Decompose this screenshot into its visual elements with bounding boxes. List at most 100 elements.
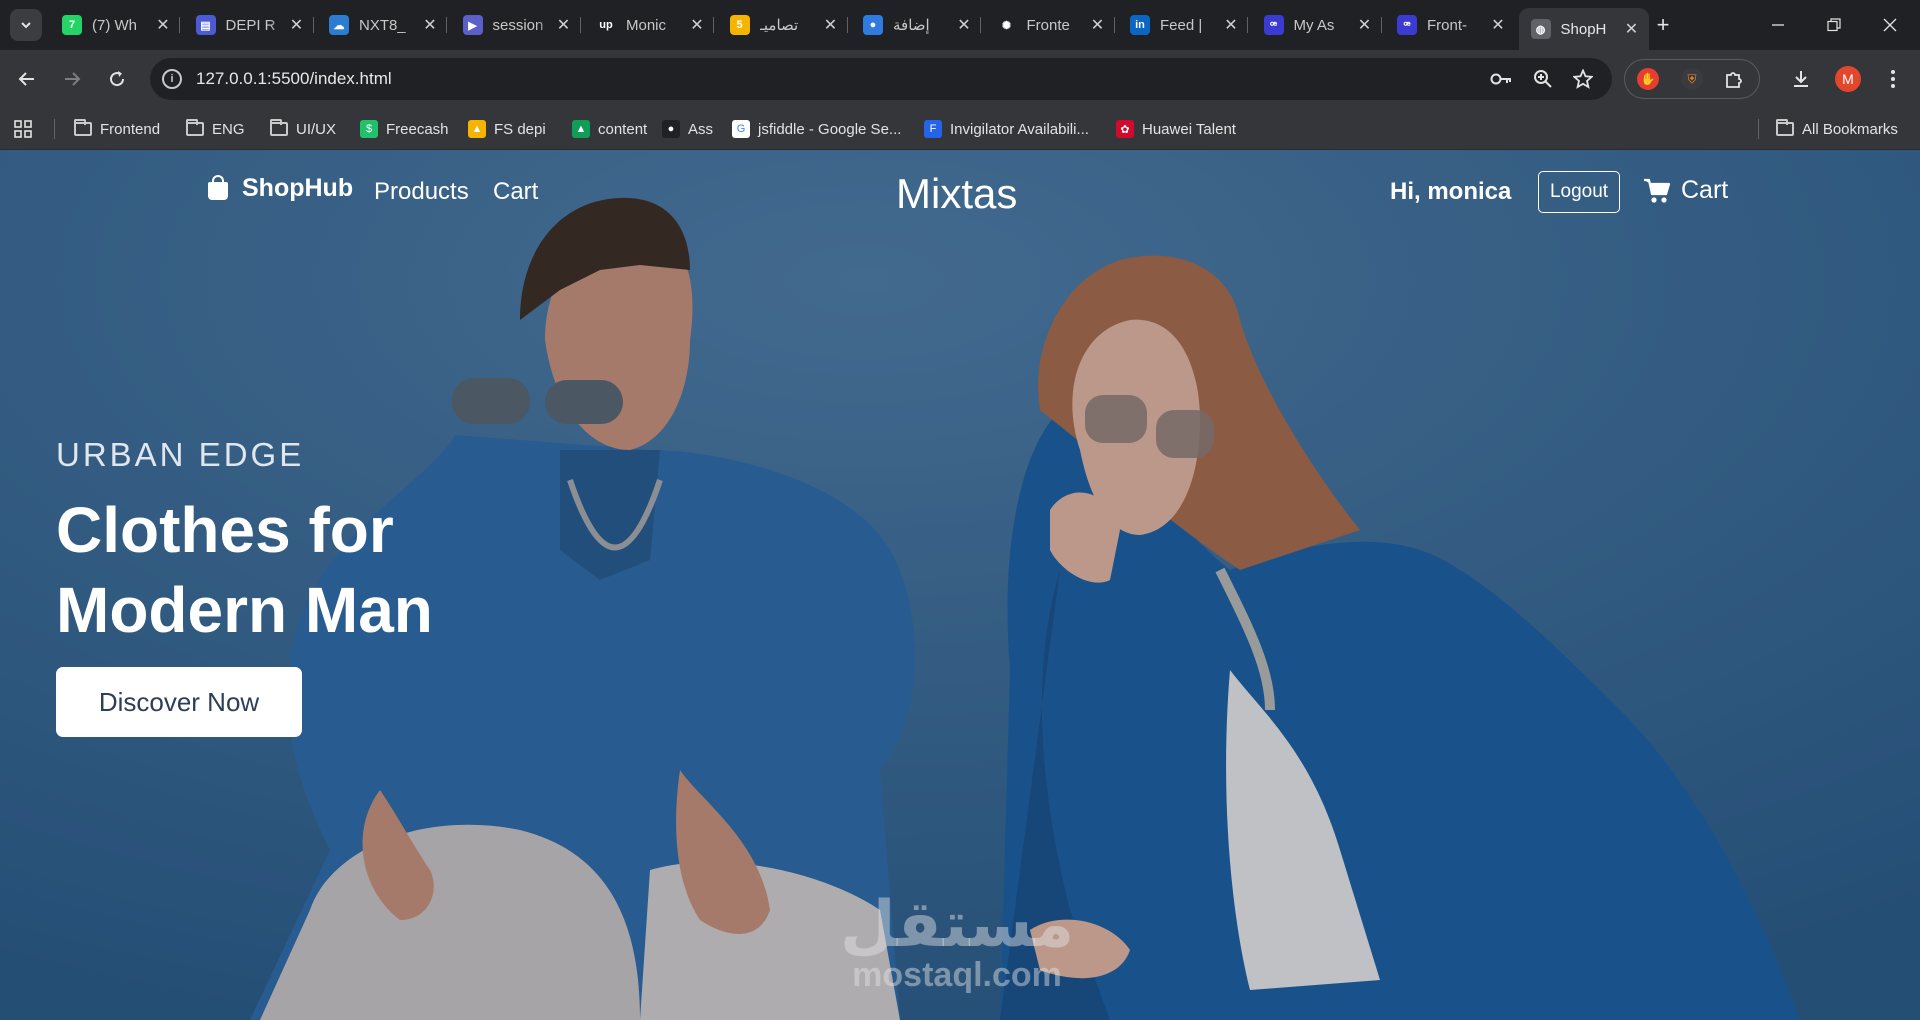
minimize-window-button[interactable]	[1752, 0, 1804, 50]
discover-now-button[interactable]: Discover Now	[56, 667, 302, 737]
arrow-right-icon	[65, 72, 81, 86]
browser-tab[interactable]: in Feed | ✕	[1118, 8, 1248, 42]
bookmark-label: content	[598, 120, 648, 138]
download-icon	[1794, 71, 1808, 87]
hero-title: Clothes for Modern Man	[56, 490, 616, 650]
apps-grid-icon	[14, 120, 32, 138]
zoom-icon[interactable]	[1532, 68, 1554, 90]
watermark-latin: mostaql.com	[852, 956, 1062, 994]
folder-icon	[74, 119, 92, 138]
brand-name: ShopHub	[242, 174, 354, 202]
profile-avatar[interactable]: M	[1835, 66, 1861, 92]
tab-title: إضافة	[893, 17, 930, 34]
bookmark-item[interactable]: ✿ Huawei Talent	[1116, 118, 1236, 140]
browser-tab[interactable]: ▤ DEPI R ✕	[184, 8, 314, 42]
bookmark-item[interactable]: F Invigilator Availabili...	[924, 118, 1089, 140]
tab-close-icon[interactable]: ✕	[421, 16, 439, 34]
browser-tab[interactable]: ▶ session ✕	[451, 8, 581, 42]
tab-separator	[179, 17, 180, 33]
tab-favicon-icon: 7	[62, 15, 82, 35]
browser-tab[interactable]: ● إضافة ✕	[851, 8, 981, 42]
tab-separator	[713, 17, 714, 33]
tab-close-icon[interactable]: ✕	[555, 16, 573, 34]
nav-link-products[interactable]: Products	[374, 178, 469, 206]
tab-close-icon[interactable]: ✕	[822, 16, 840, 34]
bookmark-item[interactable]: ▲ content	[572, 118, 647, 140]
browser-tab[interactable]: ꟹ Front- ✕	[1385, 8, 1515, 42]
bookmark-item[interactable]: ● Ass	[662, 118, 713, 140]
close-window-button[interactable]	[1864, 0, 1916, 50]
browser-tab[interactable]: 7 (7) Wh ✕	[50, 8, 180, 42]
shield-extension-icon[interactable]: ⛨	[1681, 68, 1703, 90]
tab-close-icon[interactable]: ✕	[1489, 16, 1507, 34]
browser-tab[interactable]: ꟹ My As ✕	[1252, 8, 1382, 42]
all-bookmarks-button[interactable]: All Bookmarks	[1776, 118, 1898, 140]
bookmark-item[interactable]: ▲ FS depi	[468, 118, 546, 140]
browser-tab[interactable]: 5 تصاميـ ✕	[718, 8, 848, 42]
tab-close-icon[interactable]: ✕	[154, 16, 172, 34]
bookmark-star-icon[interactable]	[1572, 68, 1594, 90]
tab-separator	[1380, 17, 1382, 33]
address-url[interactable]: 127.0.0.1:5500/index.html	[196, 69, 392, 89]
bookmark-label: Frontend	[100, 120, 161, 138]
folder-icon	[270, 119, 288, 138]
reload-button[interactable]	[100, 62, 134, 96]
tab-active[interactable]: ◍ ShopH ✕	[1518, 8, 1649, 50]
folder-icon	[1776, 119, 1794, 138]
bookmark-item[interactable]: UI/UX	[270, 118, 336, 140]
tab-close-icon[interactable]: ✕	[1222, 16, 1240, 34]
tab-favicon-icon: ▶	[462, 15, 483, 35]
bookmark-label: Freecash	[386, 120, 449, 138]
tab-search-button[interactable]	[10, 9, 42, 41]
chevron-down-icon	[21, 22, 31, 29]
bookmark-item[interactable]: $ Freecash	[360, 118, 449, 140]
tab-close-icon[interactable]: ✕	[955, 16, 973, 34]
tab-close-icon[interactable]: ✕	[1623, 20, 1641, 38]
browser-tab[interactable]: ☁ NXT8_ ✕	[317, 8, 447, 42]
tab-separator	[1113, 17, 1115, 33]
stop-hand-extension-icon[interactable]: ✋	[1637, 68, 1659, 90]
bookmark-item[interactable]: Frontend	[74, 118, 160, 140]
bookmark-item[interactable]: ENG	[186, 118, 245, 140]
tab-close-icon[interactable]: ✕	[688, 16, 706, 34]
site-navbar: ShopHub Products Cart Mixtas Hi, monica …	[0, 150, 1920, 230]
tab-title: My As	[1293, 16, 1335, 34]
bookmark-label: Ass	[688, 120, 714, 138]
bookmark-label: FS depi	[494, 120, 546, 138]
nav-link-cart[interactable]: Cart	[493, 178, 538, 206]
user-greeting: Hi, monica	[1390, 178, 1512, 205]
extensions-group: ✋ ⛨	[1624, 59, 1760, 99]
logout-button[interactable]: Logout	[1538, 171, 1620, 213]
hero-title-line-2: Modern Man	[56, 574, 433, 646]
cart-link[interactable]: Cart	[1643, 176, 1728, 205]
downloads-button[interactable]	[1784, 62, 1818, 96]
restore-window-button[interactable]	[1808, 0, 1860, 50]
back-button[interactable]	[10, 62, 44, 96]
password-key-icon[interactable]	[1490, 68, 1512, 90]
restore-icon	[1827, 18, 1841, 32]
brand-link[interactable]: ShopHub	[208, 174, 353, 203]
browser-menu-button[interactable]	[1876, 62, 1910, 96]
tab-separator	[980, 17, 981, 33]
shop-page: ShopHub Products Cart Mixtas Hi, monica …	[0, 150, 1920, 1020]
forward-button[interactable]	[55, 62, 89, 96]
bookmarks-bar: Frontend ENG UI/UX $ Freecash ▲ FS depi ▲ conten…	[0, 108, 1920, 150]
tab-close-icon[interactable]: ✕	[1356, 16, 1374, 34]
browser-tab[interactable]: ✺ Fronte ✕	[985, 8, 1115, 42]
reload-icon	[110, 71, 125, 87]
puzzle-extensions-icon[interactable]	[1723, 68, 1745, 90]
tab-close-icon[interactable]: ✕	[288, 16, 306, 34]
tab-favicon-icon: ☁	[329, 15, 349, 35]
apps-grid-button[interactable]	[14, 118, 32, 140]
bookmark-item[interactable]: Gjsfiddle - Google Se...	[732, 118, 901, 140]
tab-favicon-icon: ꟹ	[1397, 15, 1417, 35]
new-tab-button[interactable]: +	[1650, 12, 1676, 38]
kebab-menu-icon	[1891, 70, 1895, 88]
browser-tab[interactable]: up Monic ✕	[584, 8, 714, 42]
cart-label: Cart	[1681, 176, 1729, 204]
tab-close-icon[interactable]: ✕	[1089, 16, 1107, 34]
address-bar[interactable]: i 127.0.0.1:5500/index.html	[150, 58, 1612, 100]
site-info-icon[interactable]: i	[162, 69, 182, 89]
site-logo[interactable]: Mixtas	[896, 170, 1017, 218]
shopping-bag-icon	[208, 174, 228, 200]
